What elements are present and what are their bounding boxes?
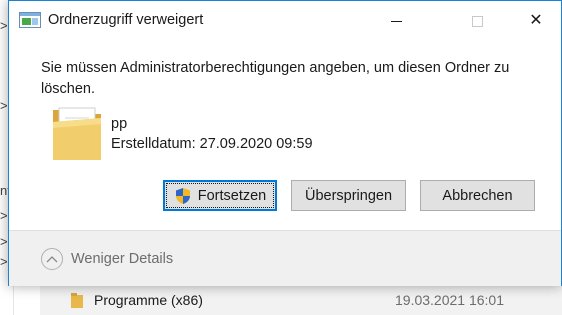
- folder-created-date: Erstelldatum: 27.09.2020 09:59: [111, 136, 313, 152]
- minimize-button[interactable]: [373, 1, 419, 41]
- large-folder-icon: [53, 107, 101, 160]
- nav-expand-chevron[interactable]: >: [0, 234, 8, 249]
- folder-icon: [71, 293, 83, 308]
- minimize-icon: [390, 20, 402, 22]
- nav-expand-chevron[interactable]: >: [0, 254, 8, 269]
- maximize-icon: [471, 15, 483, 27]
- file-modified-date: 19.03.2021 16:01: [395, 292, 504, 308]
- nav-expand-chevron[interactable]: >: [0, 208, 8, 223]
- dialog-title: Ordnerzugriff verweigert: [48, 12, 204, 28]
- details-toggle-label[interactable]: Weniger Details: [71, 251, 173, 267]
- title-bar[interactable]: Ordnerzugriff verweigert ✕: [9, 1, 561, 41]
- close-icon: ✕: [529, 12, 543, 29]
- details-toggle-button[interactable]: [41, 248, 63, 270]
- chevron-up-icon: [46, 256, 58, 263]
- dialog-footer: Weniger Details: [9, 231, 561, 286]
- continue-label: Fortsetzen: [197, 187, 267, 204]
- file-list-row[interactable]: Programme (x86) 19.03.2021 16:01: [40, 285, 562, 315]
- folder-name: pp: [111, 116, 128, 132]
- maximize-button: [454, 1, 500, 41]
- cancel-button[interactable]: Abbrechen: [420, 180, 535, 211]
- dialog-message: Sie müssen Administratorberechtigungen a…: [41, 60, 510, 97]
- continue-button[interactable]: Fortsetzen: [163, 180, 277, 211]
- uac-shield-icon: [175, 187, 190, 204]
- nav-expand-chevron[interactable]: >: [0, 18, 8, 33]
- file-name: Programme (x86): [94, 292, 203, 308]
- access-denied-dialog: Ordnerzugriff verweigert ✕ Sie müssen Ad…: [8, 0, 562, 286]
- close-button[interactable]: ✕: [513, 1, 559, 41]
- nav-expand-chevron[interactable]: >: [0, 98, 8, 113]
- folder-window-icon: [19, 12, 41, 28]
- skip-button[interactable]: Überspringen: [291, 180, 406, 211]
